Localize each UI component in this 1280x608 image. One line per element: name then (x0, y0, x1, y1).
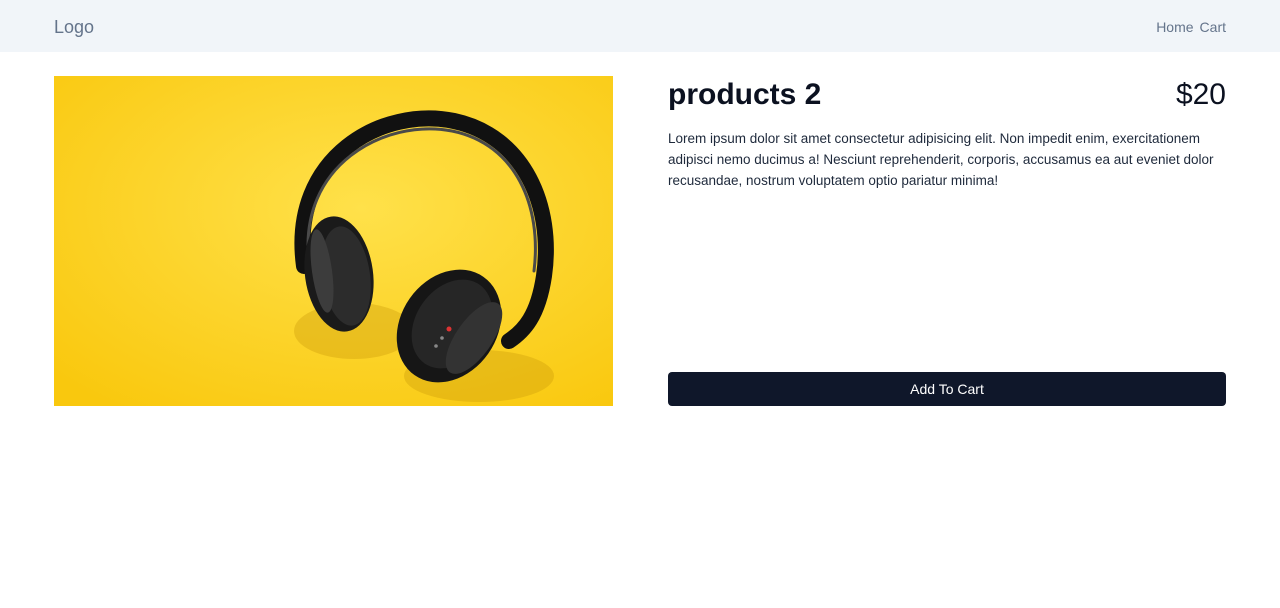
navbar: Logo Home Cart (0, 0, 1280, 52)
product-title: products 2 (668, 78, 822, 111)
logo[interactable]: Logo (54, 16, 94, 38)
product-description: Lorem ipsum dolor sit amet consectetur a… (668, 131, 1214, 188)
nav-cart-link[interactable]: Cart (1200, 18, 1226, 36)
nav-links: Home Cart (1156, 18, 1226, 36)
nav-home-link[interactable]: Home (1156, 18, 1193, 36)
product-image (54, 76, 613, 406)
headphones-photo (54, 76, 613, 406)
product-price: $20 (1175, 78, 1226, 111)
add-to-cart-button[interactable]: Add To Cart (668, 372, 1226, 406)
